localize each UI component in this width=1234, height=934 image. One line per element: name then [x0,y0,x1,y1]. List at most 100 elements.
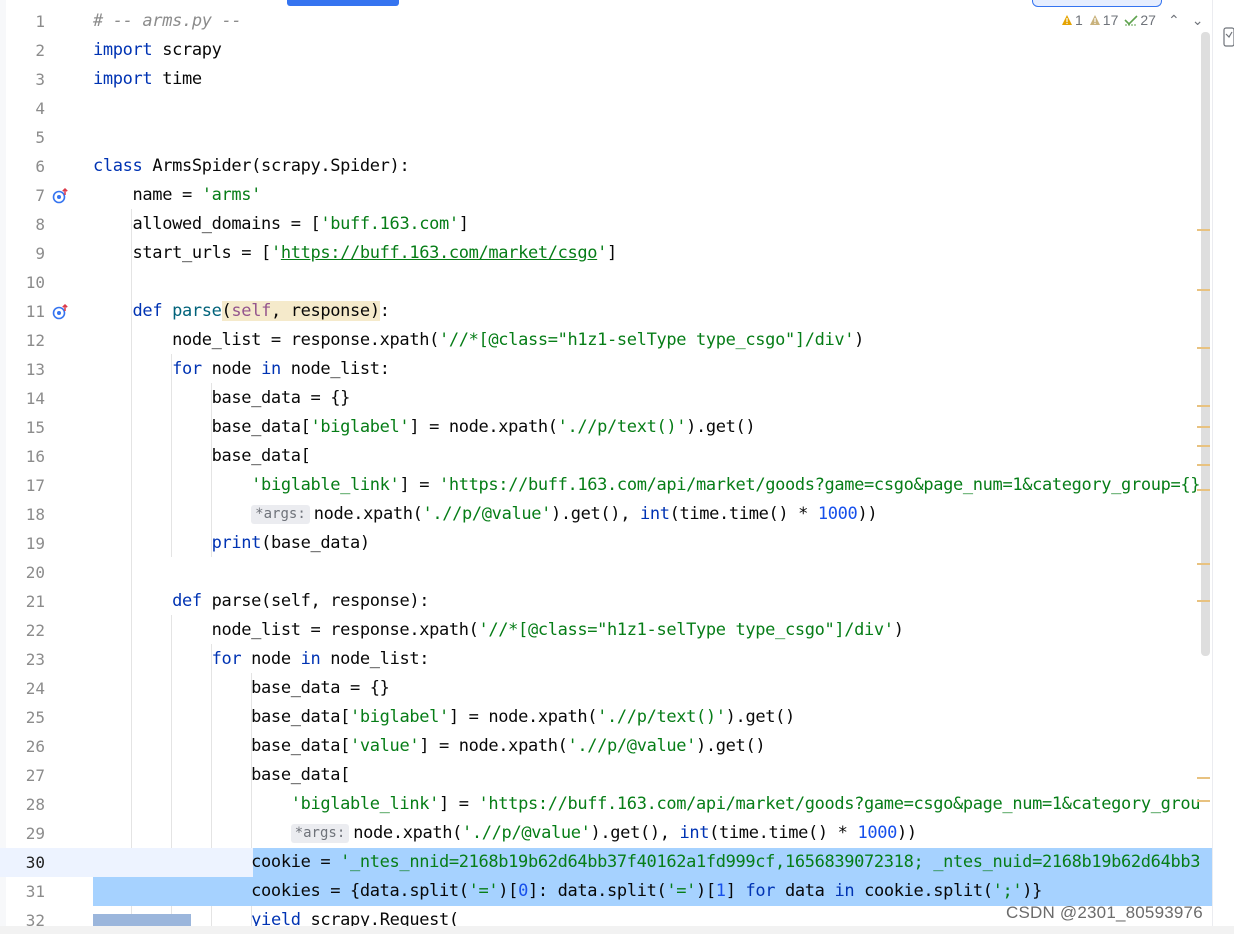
line-code[interactable]: start_urls = ['https://buff.163.com/mark… [93,239,618,268]
line-number: 27 [25,766,45,785]
warning-marker[interactable] [1197,347,1210,349]
code-line[interactable]: 17 'biglable_link'] = 'https://buff.163.… [0,471,1212,500]
code-line[interactable]: 4 [0,94,1212,123]
line-number: 23 [25,650,45,669]
code-line[interactable]: 6 class ArmsSpider(scrapy.Spider): [0,152,1212,181]
line-code[interactable]: node_list = response.xpath('//*[@class="… [93,326,864,355]
inspection-widget[interactable]: 1 17 27 ⌃ ⌄ [1057,10,1204,30]
warning-marker[interactable] [1197,777,1210,779]
code-line[interactable]: 13 for node in node_list: [0,355,1212,384]
chevron-down-icon[interactable]: ⌄ [1192,12,1204,29]
code-line[interactable]: 11 def parse(self, response): [0,297,1212,326]
line-number: 2 [35,41,45,60]
code-line[interactable]: 23 for node in node_list: [0,645,1212,674]
line-code[interactable]: base_data['value'] = node.xpath('.//p/@v… [93,732,765,761]
code-line[interactable]: 22 node_list = response.xpath('//*[@clas… [0,616,1212,645]
code-line[interactable]: 15 base_data['biglabel'] = node.xpath('.… [0,413,1212,442]
warning-marker[interactable] [1197,289,1210,291]
override-icon[interactable] [52,187,69,204]
active-tab-indicator [287,0,399,6]
error-count[interactable]: 1 [1061,12,1083,28]
code-line[interactable]: 29 *args: node.xpath('.//p/@value').get()… [0,819,1212,848]
line-code[interactable]: print(base_data) [93,529,371,558]
code-line[interactable]: 28 'biglable_link'] = 'https://buff.163.… [0,790,1212,819]
line-number: 3 [35,70,45,89]
code-line[interactable]: 25 base_data['biglabel'] = node.xpath('.… [0,703,1212,732]
code-line[interactable]: 12 node_list = response.xpath('//*[@clas… [0,326,1212,355]
code-line[interactable]: 9 start_urls = ['https://buff.163.com/ma… [0,239,1212,268]
code-line[interactable]: 31 cookies = {data.split('=')[0]: data.s… [0,877,1212,906]
line-number: 11 [25,302,45,321]
warning-marker[interactable] [1197,563,1210,565]
line-code[interactable]: base_data[ [93,442,311,471]
warning-marker[interactable] [1197,464,1210,466]
warning-marker[interactable] [1197,426,1210,428]
code-line[interactable]: 8 allowed_domains = ['buff.163.com'] [0,210,1212,239]
line-number: 1 [35,12,45,31]
code-line-current[interactable]: 30 cookie = '_ntes_nnid=2168b19b62d64bb3… [0,848,1212,877]
line-code[interactable]: import time [93,65,202,94]
line-code[interactable]: allowed_domains = ['buff.163.com'] [93,210,469,239]
line-code[interactable]: for node in node_list: [93,355,390,384]
code-editor[interactable]: 1 # -- arms.py -- 2 import scrapy 3 impo… [0,0,1234,934]
code-line[interactable]: 1 # -- arms.py -- [0,7,1212,36]
line-code[interactable]: *args: node.xpath('.//p/@value').get(), i… [93,819,917,848]
line-code[interactable]: *args: node.xpath('.//p/@value').get(), i… [93,500,878,529]
warning-count[interactable]: 17 [1089,12,1118,28]
warning-marker[interactable] [1197,229,1210,231]
line-code[interactable]: base_data['biglabel'] = node.xpath('.//p… [93,413,756,442]
watermark: CSDN @2301_80593976 [1006,903,1203,922]
warning-marker[interactable] [1197,600,1210,602]
code-line[interactable]: 2 import scrapy [0,36,1212,65]
warning-marker[interactable] [1197,405,1210,407]
line-code[interactable]: base_data = {} [93,674,390,703]
code-line[interactable]: 14 base_data = {} [0,384,1212,413]
code-line[interactable]: 3 import time [0,65,1212,94]
code-line[interactable]: 19 print(base_data) [0,529,1212,558]
line-code[interactable]: def parse(self, response): [93,587,429,616]
code-line[interactable]: 10 [0,268,1212,297]
line-code[interactable]: base_data['biglabel'] = node.xpath('.//p… [93,703,795,732]
line-number: 20 [25,563,45,582]
code-line[interactable]: 7 name = 'arms' [0,181,1212,210]
code-line[interactable]: 16 base_data[ [0,442,1212,471]
code-line[interactable]: 18 *args: node.xpath('.//p/@value').get()… [0,500,1212,529]
line-code[interactable]: for node in node_list: [93,645,430,674]
code-line[interactable]: 24 base_data = {} [0,674,1212,703]
line-number: 7 [35,186,45,205]
line-number: 24 [25,679,45,698]
line-number: 18 [25,505,45,524]
code-line[interactable]: 26 base_data['value'] = node.xpath('.//p… [0,732,1212,761]
line-code[interactable]: 'biglable_link'] = 'https://buff.163.com… [93,790,1201,819]
top-right-widget[interactable] [1032,0,1162,7]
line-code[interactable]: import scrapy [93,36,222,65]
warning-marker[interactable] [1197,445,1210,447]
reader-mode-icon[interactable] [1222,24,1234,50]
scrollbar-track[interactable] [1212,0,1234,934]
line-number: 8 [35,215,45,234]
parameter-hint: *args: [251,505,310,524]
line-code[interactable]: name = 'arms' [93,181,262,210]
chevron-up-icon[interactable]: ⌃ [1168,12,1180,29]
line-code[interactable]: cookie = '_ntes_nnid=2168b19b62d64bb37f4… [93,848,1200,877]
override-icon[interactable] [52,303,69,320]
line-code[interactable]: # -- arms.py -- [93,7,242,36]
line-code[interactable]: class ArmsSpider(scrapy.Spider): [93,152,410,181]
code-line[interactable]: 27 base_data[ [0,761,1212,790]
line-code[interactable]: cookies = {data.split('=')[0]: data.spli… [93,877,1042,906]
line-number: 15 [25,418,45,437]
line-code[interactable]: 'biglable_link'] = 'https://buff.163.com… [93,471,1200,500]
parameter-hint: *args: [290,824,350,843]
code-line[interactable]: 21 def parse(self, response): [0,587,1212,616]
line-code[interactable]: base_data[ [93,761,350,790]
code-line[interactable]: 5 [0,123,1212,152]
warning-marker[interactable] [1197,489,1210,491]
code-line[interactable]: 20 [0,558,1212,587]
line-code[interactable]: node_list = response.xpath('//*[@class="… [93,616,904,645]
line-code[interactable]: def parse(self, response): [93,297,390,326]
warning-marker[interactable] [1197,800,1210,802]
line-number: 14 [25,389,45,408]
typo-count[interactable]: 27 [1124,12,1156,28]
line-code[interactable]: base_data = {} [93,384,351,413]
weak-warning-icon [1089,15,1100,25]
